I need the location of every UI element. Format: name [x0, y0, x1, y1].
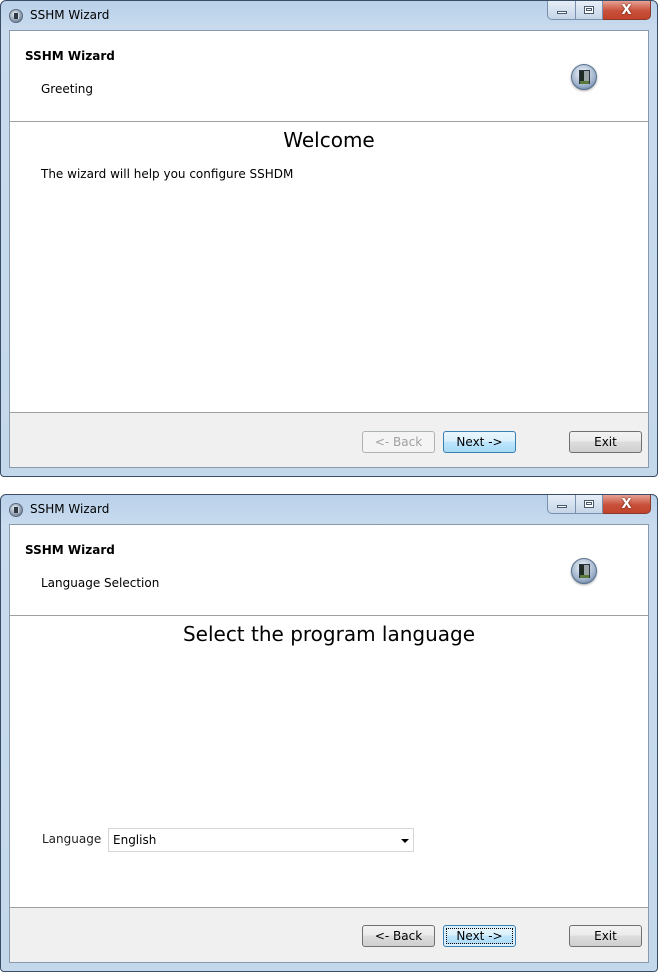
maximize-button[interactable]: [576, 1, 603, 20]
wizard-title: SSHM Wizard: [25, 49, 115, 63]
exit-button[interactable]: Exit: [569, 925, 642, 947]
language-label: Language: [42, 832, 102, 846]
title-bar[interactable]: SSHM Wizard X: [1, 495, 657, 524]
close-icon: X: [621, 496, 632, 512]
language-select-value: English: [113, 833, 157, 847]
caption-buttons: X: [547, 1, 651, 21]
exit-button[interactable]: Exit: [569, 431, 642, 453]
close-icon: X: [621, 2, 632, 18]
minimize-icon: [556, 505, 567, 508]
minimize-button[interactable]: [547, 495, 576, 514]
wizard-window-language: SSHM Wizard X SSHM Wizard Language Selec…: [0, 494, 658, 972]
minimize-icon: [556, 11, 567, 14]
wizard-header: SSHM Wizard Language Selection: [10, 525, 648, 616]
wizard-page: Welcome The wizard will help you configu…: [10, 121, 648, 413]
caption-buttons: X: [547, 495, 651, 515]
window-title: SSHM Wizard: [30, 502, 110, 516]
wizard-header: SSHM Wizard Greeting: [10, 31, 648, 122]
app-icon: [9, 503, 23, 517]
language-select[interactable]: English: [108, 828, 414, 852]
maximize-icon: [584, 500, 594, 508]
door-exit-icon: [571, 558, 597, 584]
app-icon: [9, 9, 23, 23]
next-button[interactable]: Next ->: [443, 925, 516, 947]
back-button[interactable]: <- Back: [362, 925, 435, 947]
wizard-page: Select the program language Language Eng…: [10, 615, 648, 908]
chevron-down-icon[interactable]: [401, 839, 409, 843]
page-heading: Welcome: [283, 128, 375, 152]
wizard-title: SSHM Wizard: [25, 543, 115, 557]
close-button[interactable]: X: [603, 495, 651, 514]
client-area: SSHM Wizard Greeting Welcome The wizard …: [9, 30, 649, 468]
maximize-icon: [584, 6, 594, 14]
page-description: The wizard will help you configure SSHDM: [41, 167, 294, 181]
window-title: SSHM Wizard: [30, 8, 110, 22]
maximize-button[interactable]: [576, 495, 603, 514]
title-bar[interactable]: SSHM Wizard X: [1, 1, 657, 30]
wizard-window-greeting: SSHM Wizard X SSHM Wizard Greeting Welco…: [0, 0, 658, 477]
page-heading: Select the program language: [182, 622, 476, 646]
next-button[interactable]: Next ->: [443, 431, 516, 453]
minimize-button[interactable]: [547, 1, 576, 20]
door-exit-icon: [571, 64, 597, 90]
wizard-step-name: Language Selection: [41, 576, 160, 590]
close-button[interactable]: X: [603, 1, 651, 20]
back-button[interactable]: <- Back: [362, 431, 435, 453]
wizard-step-name: Greeting: [41, 82, 93, 96]
client-area: SSHM Wizard Language Selection Select th…: [9, 524, 649, 963]
